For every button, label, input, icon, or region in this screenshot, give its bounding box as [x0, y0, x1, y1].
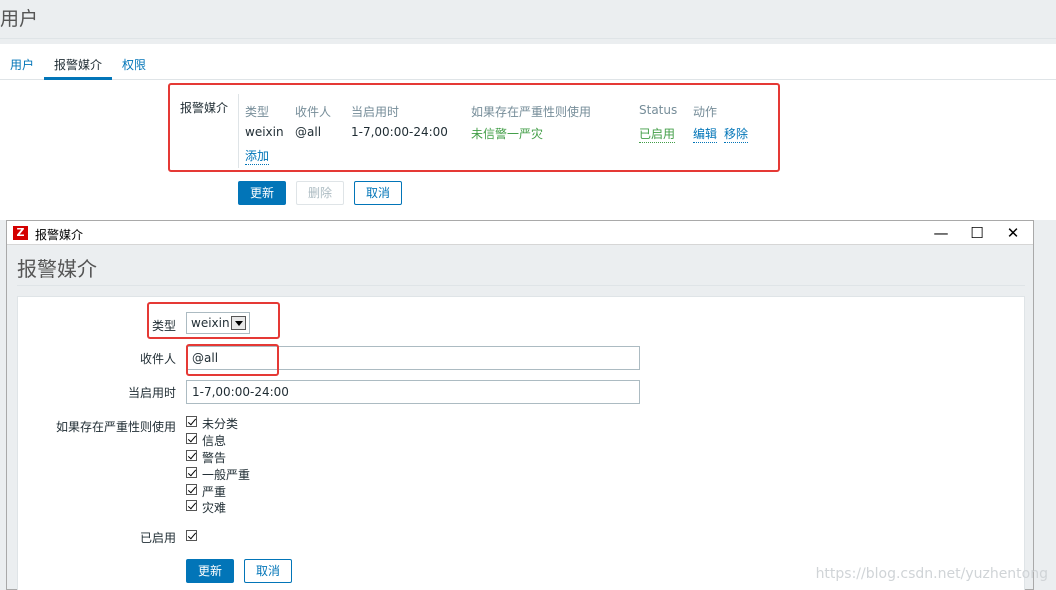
popup-update-button[interactable]: 更新	[186, 559, 234, 583]
media-remove-link[interactable]: 移除	[724, 125, 749, 143]
media-recipient-cell: @all	[295, 125, 322, 139]
minimize-icon[interactable]: —	[931, 223, 951, 243]
close-icon[interactable]: ✕	[1003, 223, 1023, 243]
checkbox-checked-icon[interactable]	[186, 433, 197, 444]
media-table: 类型 收件人 当启用时 如果存在严重性则使用 Status 动作 weixin …	[238, 94, 778, 168]
checkbox-checked-icon[interactable]	[186, 530, 197, 541]
popup-cancel-button[interactable]: 取消	[244, 559, 292, 583]
col-header-type: 类型	[245, 105, 270, 119]
chevron-down-icon[interactable]	[231, 316, 246, 330]
popup-heading: 报警媒介	[17, 257, 97, 281]
recipient-label: 收件人	[139, 352, 176, 366]
type-label: 类型	[151, 319, 176, 333]
popup-divider	[17, 285, 1025, 286]
media-edit-form: 类型 weixin 收件人 @all 当启用时 1-7,00:00-24:00 …	[17, 296, 1025, 590]
page-title: 用户	[0, 8, 39, 30]
recipient-input[interactable]: @all	[186, 346, 640, 370]
enabled-label: 已启用	[139, 531, 176, 545]
update-button[interactable]: 更新	[238, 181, 286, 205]
severity-option-label: 未分类	[202, 417, 239, 431]
col-header-action: 动作	[693, 105, 718, 119]
severity-option-label: 灾难	[202, 501, 227, 515]
col-header-when-active: 当启用时	[351, 105, 400, 119]
tab-media[interactable]: 报警媒介	[54, 56, 102, 73]
checkbox-checked-icon[interactable]	[186, 484, 197, 495]
media-popup-window: Z 报警媒介 — ☐ ✕ 报警媒介 类型 weixin 收件人 @all 当启用…	[6, 220, 1034, 590]
media-type-cell: weixin	[245, 125, 284, 139]
tabs-bar: 用户 报警媒介 权限	[0, 44, 1056, 80]
media-section-label: 报警媒介	[180, 101, 229, 115]
checkbox-checked-icon[interactable]	[186, 450, 197, 461]
users-page: 用户 用户 报警媒介 权限 报警媒介 类型 收件人 当启用时 如果存在严重性则使…	[0, 0, 1056, 220]
media-form: 报警媒介 类型 收件人 当启用时 如果存在严重性则使用 Status 动作 we…	[0, 80, 1056, 220]
media-when-active-cell: 1-7,00:00-24:00	[351, 125, 448, 139]
when-active-input[interactable]: 1-7,00:00-24:00	[186, 380, 640, 404]
checkbox-checked-icon[interactable]	[186, 467, 197, 478]
add-media-link[interactable]: 添加	[245, 147, 270, 165]
tab-permissions[interactable]: 权限	[122, 56, 146, 73]
checkbox-checked-icon[interactable]	[186, 416, 197, 427]
maximize-icon[interactable]: ☐	[967, 223, 987, 243]
type-select[interactable]: weixin	[186, 312, 250, 334]
severity-option-label: 警告	[202, 451, 227, 465]
col-header-status: Status	[639, 103, 678, 117]
severity-option-label: 严重	[202, 485, 227, 499]
tab-users[interactable]: 用户	[10, 56, 34, 73]
severity-option-label: 信息	[202, 434, 227, 448]
watermark: https://blog.csdn.net/yuzhentong	[815, 566, 1048, 582]
window-title: 报警媒介	[35, 228, 84, 242]
col-header-recipient: 收件人	[295, 105, 332, 119]
severity-label: 如果存在严重性则使用	[55, 420, 176, 434]
col-header-severity: 如果存在严重性则使用	[471, 105, 592, 119]
when-active-label: 当启用时	[127, 386, 176, 400]
media-status-link[interactable]: 已启用	[639, 125, 676, 143]
checkbox-checked-icon[interactable]	[186, 500, 197, 511]
zabbix-logo-icon: Z	[13, 226, 28, 240]
cancel-button[interactable]: 取消	[354, 181, 402, 205]
header-divider	[0, 38, 1056, 39]
type-select-value: weixin	[191, 316, 230, 330]
window-titlebar[interactable]: Z 报警媒介 — ☐ ✕	[7, 221, 1033, 245]
media-severity-cell: 未信警一严灾	[471, 127, 544, 141]
delete-button[interactable]: 删除	[296, 181, 344, 205]
severity-option-label: 一般严重	[202, 468, 251, 482]
media-edit-link[interactable]: 编辑	[693, 125, 718, 143]
